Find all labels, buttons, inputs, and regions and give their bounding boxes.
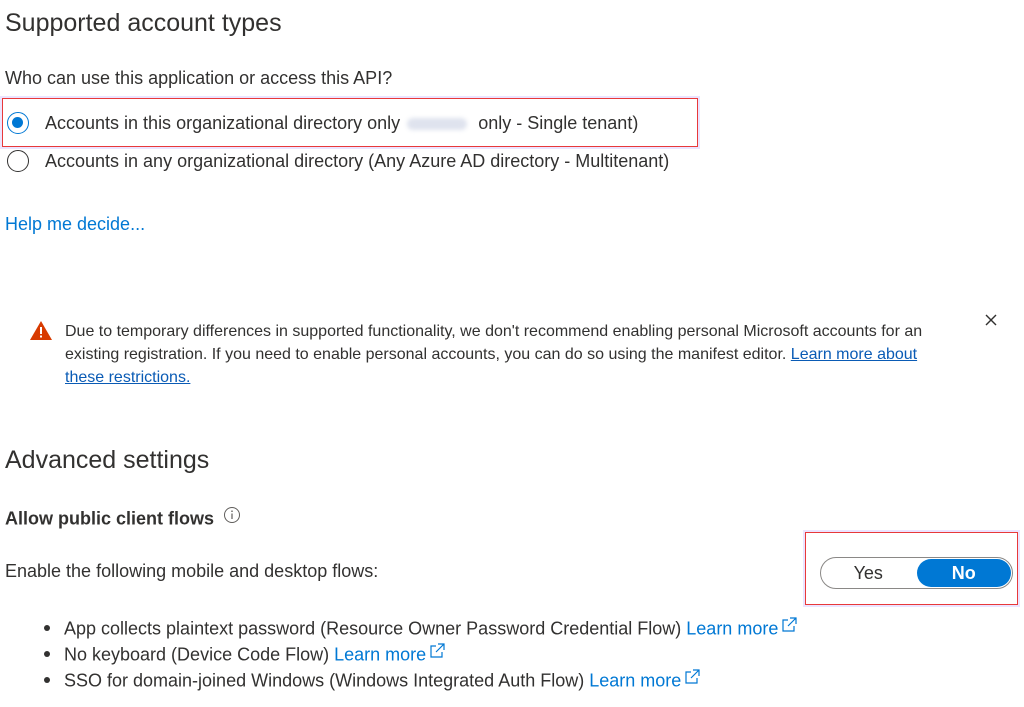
option-single-tenant-text: Accounts in this organizational director…: [45, 113, 401, 133]
external-link-icon: [683, 668, 701, 691]
external-link-icon: [428, 642, 446, 665]
external-link-icon: [780, 616, 798, 639]
radio-multitenant[interactable]: [7, 150, 29, 172]
public-client-flows-label: Allow public client flows: [5, 508, 215, 529]
public-client-flows-toggle[interactable]: Yes No: [820, 557, 1013, 589]
flow-text: SSO for domain-joined Windows (Windows I…: [64, 670, 585, 691]
radio-single-tenant[interactable]: [7, 112, 29, 134]
bullet-dot: [44, 650, 50, 657]
option-single-tenant-suffix: only - Single tenant): [478, 113, 639, 133]
info-icon[interactable]: [223, 506, 241, 529]
warning-icon: [29, 320, 55, 342]
learn-more-link[interactable]: Learn more: [589, 670, 681, 690]
bullet-dot: [44, 624, 50, 631]
list-item: App collects plaintext password (Resourc…: [44, 616, 798, 641]
warning-message: Due to temporary differences in supporte…: [65, 320, 960, 389]
option-single-tenant-label[interactable]: Accounts in this organizational director…: [45, 113, 638, 134]
toggle-no[interactable]: No: [916, 559, 1011, 587]
flow-text: No keyboard (Device Code Flow): [64, 644, 330, 665]
toggle-yes[interactable]: Yes: [821, 558, 916, 588]
help-me-decide-link[interactable]: Help me decide...: [5, 214, 145, 235]
redacted-tenant-name: [407, 118, 468, 131]
section-title-supported-account-types: Supported account types: [5, 9, 282, 37]
close-icon[interactable]: [983, 312, 999, 328]
bullet-dot: [44, 676, 50, 683]
list-item: SSO for domain-joined Windows (Windows I…: [44, 668, 701, 693]
learn-more-link[interactable]: Learn more: [334, 644, 426, 664]
list-item: No keyboard (Device Code Flow) Learn mor…: [44, 642, 446, 667]
public-client-flows-heading: Allow public client flows: [5, 506, 241, 531]
section-title-advanced-settings: Advanced settings: [5, 446, 210, 474]
learn-more-link[interactable]: Learn more: [686, 618, 778, 638]
option-multitenant-label[interactable]: Accounts in any organizational directory…: [45, 151, 669, 172]
account-types-question: Who can use this application or access t…: [5, 68, 393, 88]
flow-text: App collects plaintext password (Resourc…: [64, 618, 682, 639]
enable-flows-label: Enable the following mobile and desktop …: [5, 561, 379, 581]
